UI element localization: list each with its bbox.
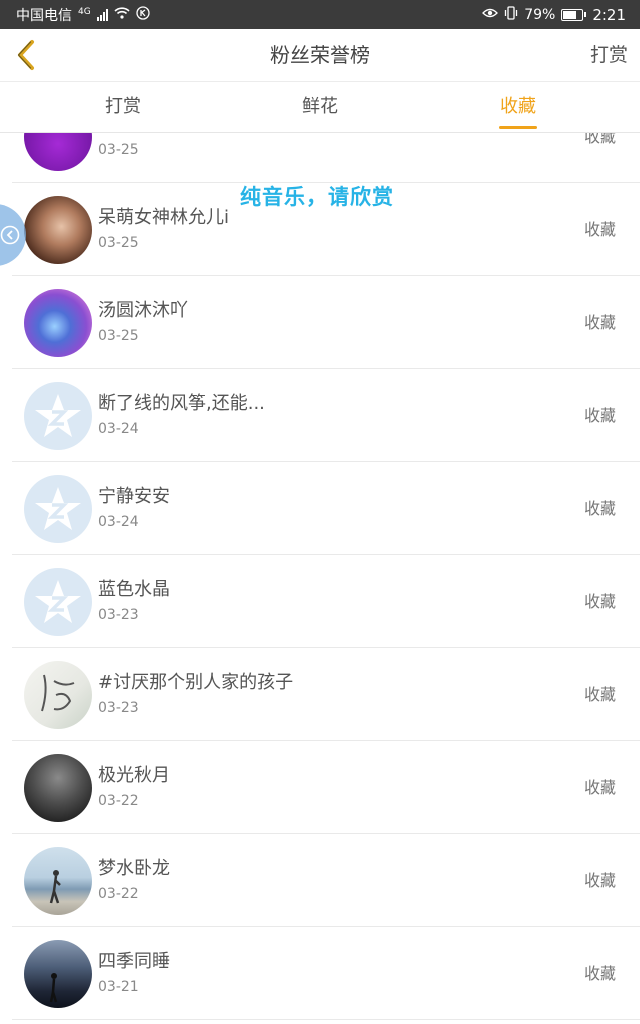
close-circle-icon [0,225,20,245]
action-label: 收藏 [583,964,616,983]
wifi-icon [114,6,130,23]
status-bar: 中国电信 4G 79% 2:21 [0,0,640,29]
tab-label: 收藏 [500,96,536,117]
action-label: 收藏 [583,406,616,425]
date-label: 03-25 [98,235,139,251]
date-label: 03-21 [98,979,139,995]
qq-star-icon [35,580,81,623]
active-tab-indicator [499,126,537,129]
default-star-avatar[interactable] [24,475,92,543]
tab-favorites[interactable]: 收藏 [458,82,578,132]
user-name: 汤圆沐沐吖 [98,300,188,321]
date-label: 03-25 [98,328,139,344]
beach-avatar[interactable] [24,847,92,915]
tab-label: 打赏 [105,96,141,117]
battery-percent: 79% [524,6,556,23]
qq-star-icon [35,487,81,530]
tab-flowers[interactable]: 鲜花 [260,82,380,132]
date-label: 03-25 [98,142,139,158]
tab-label: 鲜花 [302,96,338,117]
user-name: 断了线的风筝,还能... [98,393,265,414]
calligraphy-avatar[interactable] [24,661,92,729]
list-item[interactable]: #讨厌那个别人家的孩子 03-23 收藏 [0,648,640,741]
calligraphy-icon [41,674,75,712]
app-header: 粉丝荣誉榜 打赏 [0,29,640,82]
user-name: 宁静安安 [98,486,170,507]
clock: 2:21 [592,5,626,24]
carrier-label: 中国电信 [16,7,72,24]
list-item[interactable]: 汤圆沐沐吖 03-25 收藏 [0,276,640,369]
fan-list[interactable]: 03-25 收藏 呆萌女神林允儿i 03-25 收藏 汤圆沐沐吖 03-25 收… [0,133,640,1024]
galaxy-avatar[interactable] [24,289,92,357]
tab-reward[interactable]: 打赏 [63,82,183,132]
user-name: #讨厌那个别人家的孩子 [98,672,294,693]
user-name: 呆萌女神林允儿i [98,207,230,228]
user-name: 四季同睡 [98,951,170,972]
photo-avatar[interactable] [24,196,92,264]
date-label: 03-22 [98,793,139,809]
reward-button[interactable]: 打赏 [590,29,628,81]
person-silhouette-icon [49,870,61,904]
action-label: 收藏 [583,592,616,611]
person-silhouette-icon [49,973,58,1003]
date-label: 03-23 [98,607,139,623]
action-label: 收藏 [583,871,616,890]
action-label: 收藏 [583,499,616,518]
action-label: 收藏 [583,685,616,704]
list-item[interactable]: 梦水卧龙 03-22 收藏 [0,834,640,927]
date-label: 03-24 [98,514,139,530]
purple-avatar[interactable] [24,133,92,171]
date-label: 03-23 [98,700,139,716]
list-item[interactable]: 蓝色水晶 03-23 收藏 [0,555,640,648]
now-playing-caption: 纯音乐，请欣赏 [240,185,394,209]
tab-bar: 打赏 鲜花 收藏 [0,82,640,133]
list-item[interactable]: 03-25 收藏 [0,133,640,183]
action-label: 收藏 [583,220,616,239]
vibrate-icon [504,5,518,24]
battery-icon [561,8,587,21]
date-label: 03-24 [98,421,139,437]
signal-icon [96,8,108,21]
action-label: 收藏 [583,313,616,332]
user-name: 极光秋月 [98,765,170,786]
action-label: 收藏 [583,133,616,146]
default-star-avatar[interactable] [24,568,92,636]
list-item[interactable]: 宁静安安 03-24 收藏 [0,462,640,555]
user-name: 梦水卧龙 [98,858,170,879]
dark-photo-avatar[interactable] [24,754,92,822]
date-label: 03-22 [98,886,139,902]
action-label: 收藏 [583,778,616,797]
qq-star-icon [35,394,81,437]
night-avatar[interactable] [24,940,92,1008]
list-item[interactable]: 断了线的风筝,还能... 03-24 收藏 [0,369,640,462]
list-item[interactable]: 四季同睡 03-21 收藏 [0,927,640,1020]
eye-icon [482,7,499,23]
k-badge-icon [136,5,150,24]
default-star-avatar[interactable] [24,382,92,450]
user-name: 蓝色水晶 [98,579,170,600]
network-label: 4G [78,6,91,17]
list-item[interactable]: 极光秋月 03-22 收藏 [0,741,640,834]
page-title: 粉丝荣誉榜 [270,43,370,67]
